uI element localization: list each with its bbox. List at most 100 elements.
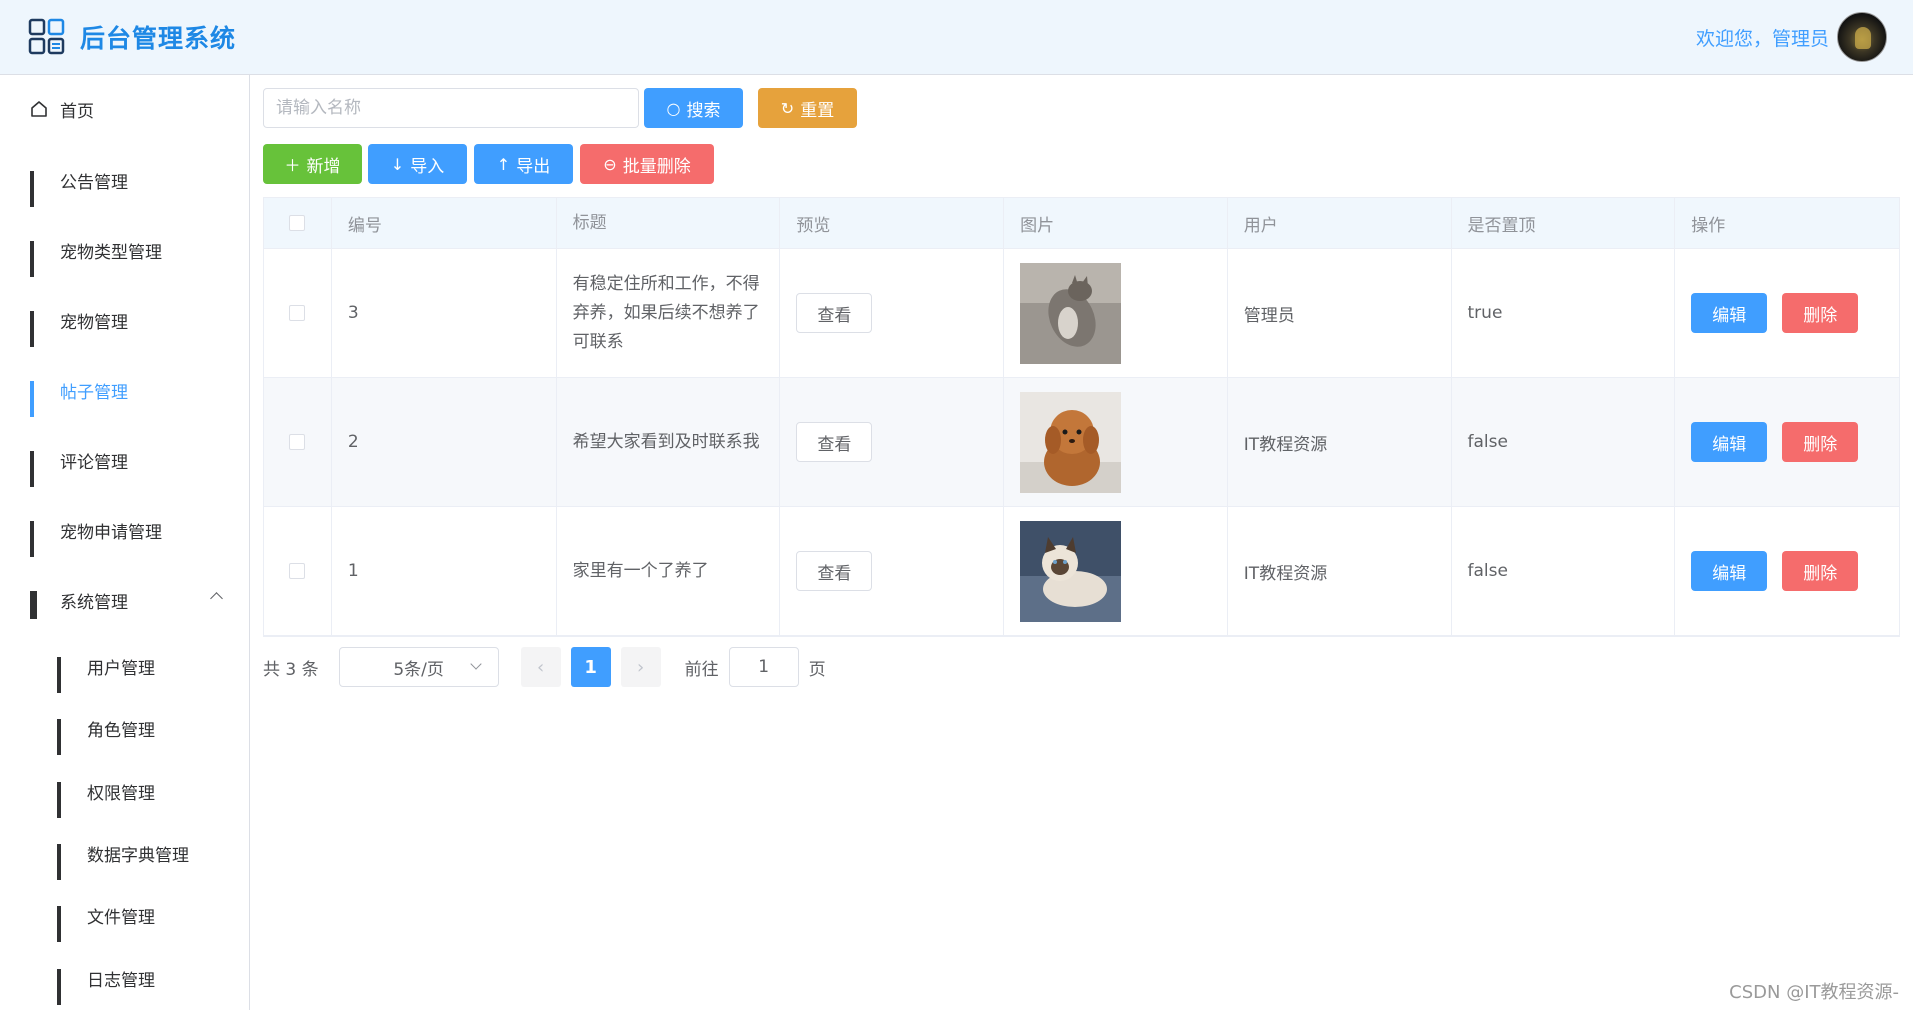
sidebar-item-label: 公告管理 [60, 172, 128, 193]
sidebar-item-posts[interactable]: 帖子管理 [0, 362, 249, 418]
sidebar-item-label: 评论管理 [60, 452, 128, 473]
grid-icon [30, 311, 48, 347]
chevron-right-icon: › [637, 656, 645, 678]
sidebar-subitem-permissions[interactable]: 权限管理 [0, 763, 249, 819]
row-checkbox[interactable] [289, 563, 306, 579]
row-checkbox[interactable] [289, 305, 306, 321]
column-header-actions: 操作 [1691, 215, 1726, 236]
grid-icon [30, 171, 48, 207]
arrow-up-icon: ↑ [496, 154, 511, 174]
search-button[interactable]: ○ 搜索 [644, 88, 743, 128]
sidebar-item-label: 系统管理 [60, 592, 128, 613]
watermark: CSDN @IT教程资源- [1729, 982, 1899, 1003]
sidebar-item-label: 帖子管理 [60, 382, 128, 403]
sidebar-item-label: 首页 [60, 101, 94, 122]
refresh-icon: ↻ [780, 98, 795, 118]
next-page-button[interactable]: › [620, 647, 661, 687]
view-button[interactable]: 查看 [796, 422, 873, 462]
export-button[interactable]: ↑ 导出 [474, 144, 573, 184]
search-icon: ○ [666, 98, 681, 118]
cell-user: 管理员 [1228, 249, 1452, 377]
page-size-select[interactable]: 5条/页 [338, 647, 499, 687]
search-input[interactable] [263, 88, 639, 128]
sidebar-item-home[interactable]: 首页 [0, 81, 249, 137]
column-header-title: 标题 [557, 198, 781, 248]
reset-button[interactable]: ↻ 重置 [758, 88, 857, 128]
column-header-preview: 预览 [780, 198, 1005, 248]
chevron-left-icon: ‹ [537, 656, 545, 678]
sidebar-item-label: 宠物申请管理 [60, 522, 162, 543]
sidebar-item-label: 权限管理 [87, 783, 155, 804]
column-header-pinned: 是否置顶 [1452, 198, 1676, 248]
grid-icon [57, 719, 75, 755]
tabby-cat-photo[interactable] [1020, 262, 1122, 364]
view-button[interactable]: 查看 [796, 551, 873, 591]
sidebar-subitem-dictionary[interactable]: 数据字典管理 [0, 825, 249, 881]
avatar[interactable] [1837, 12, 1887, 62]
column-header-image: 图片 [1004, 198, 1228, 248]
delete-button[interactable]: 删除 [1782, 422, 1859, 462]
batch-delete-button[interactable]: ⊖ 批量删除 [580, 144, 714, 184]
dashboard-logo-icon [28, 18, 65, 55]
sidebar-item-label: 用户管理 [87, 658, 155, 679]
pagination: 共 3 条 5条/页 ‹ 1 › 前往 页 [263, 646, 826, 688]
arrow-down-icon: ↓ [390, 154, 405, 174]
sidebar-subitem-users[interactable]: 用户管理 [0, 638, 249, 694]
delete-button[interactable]: 删除 [1782, 551, 1859, 591]
column-header-user: 用户 [1228, 198, 1452, 248]
cell-id: 2 [332, 378, 557, 506]
add-button[interactable]: ＋ 新增 [263, 144, 362, 184]
sidebar-item-system[interactable]: 系统管理 [0, 572, 249, 628]
cell-user: IT教程资源 [1228, 507, 1452, 635]
edit-button[interactable]: 编辑 [1691, 293, 1768, 333]
edit-button[interactable]: 编辑 [1691, 422, 1768, 462]
table-row: 3 有稳定住所和工作，不得弃养，如果后续不想养了可联系 查看 管理员 true … [264, 249, 1899, 378]
goto-page-input[interactable] [728, 647, 799, 687]
sidebar-item-label: 宠物管理 [60, 312, 128, 333]
sidebar-item-announcements[interactable]: 公告管理 [0, 152, 249, 208]
table-row: 1 家里有一个了养了 查看 IT教程资源 false 编辑 删除 [264, 507, 1899, 636]
table-row: 2 希望大家看到及时联系我 查看 IT教程资源 false 编辑 删除 [264, 378, 1899, 507]
sidebar-subitem-roles[interactable]: 角色管理 [0, 700, 249, 756]
import-button[interactable]: ↓ 导入 [368, 144, 467, 184]
cell-pinned: false [1452, 378, 1676, 506]
delete-button[interactable]: 删除 [1782, 293, 1859, 333]
grid-icon [57, 906, 75, 942]
grid-icon [30, 521, 48, 557]
grid-icon [57, 844, 75, 880]
chevron-down-icon [469, 658, 482, 670]
logo[interactable]: 后台管理系统 [28, 18, 236, 56]
grid-icon [57, 657, 75, 693]
sidebar-item-comments[interactable]: 评论管理 [0, 432, 249, 488]
cell-pinned: false [1452, 507, 1676, 635]
sidebar-item-label: 宠物类型管理 [60, 242, 162, 263]
select-all-checkbox[interactable] [289, 215, 306, 231]
grid-icon [30, 241, 48, 277]
view-button[interactable]: 查看 [796, 293, 873, 333]
row-checkbox[interactable] [289, 434, 306, 450]
siamese-cat-photo[interactable] [1020, 520, 1122, 622]
app-title: 后台管理系统 [80, 24, 237, 53]
sidebar-subitem-files[interactable]: 文件管理 [0, 887, 249, 943]
welcome-text: 欢迎您，管理员 [1695, 27, 1829, 50]
sidebar-subitem-logs[interactable]: 日志管理 [0, 950, 249, 1006]
poodle-puppy-photo[interactable] [1020, 391, 1122, 493]
prev-page-button[interactable]: ‹ [520, 647, 561, 687]
sidebar-item-label: 文件管理 [87, 907, 155, 928]
cell-user: IT教程资源 [1228, 378, 1452, 506]
sidebar-item-pet-types[interactable]: 宠物类型管理 [0, 222, 249, 278]
user-menu[interactable]: 欢迎您，管理员 [1696, 12, 1887, 62]
grid-icon [57, 782, 75, 818]
page-number-button[interactable]: 1 [570, 647, 611, 687]
sidebar-item-pets[interactable]: 宠物管理 [0, 292, 249, 348]
sidebar-item-pet-applications[interactable]: 宠物申请管理 [0, 502, 249, 558]
sidebar: 首页 公告管理 宠物类型管理 宠物管理 帖子管理 评论管理 宠物申请管理 系统管… [0, 75, 250, 1010]
grid-icon [57, 969, 75, 1005]
home-icon [31, 101, 47, 117]
edit-button[interactable]: 编辑 [1691, 551, 1768, 591]
plus-icon: ＋ [284, 156, 301, 175]
sidebar-item-label: 角色管理 [87, 720, 155, 741]
chevron-up-icon[interactable] [210, 592, 223, 605]
top-header: 后台管理系统 欢迎您，管理员 [0, 0, 1913, 75]
page-suffix: 页 [808, 659, 826, 680]
